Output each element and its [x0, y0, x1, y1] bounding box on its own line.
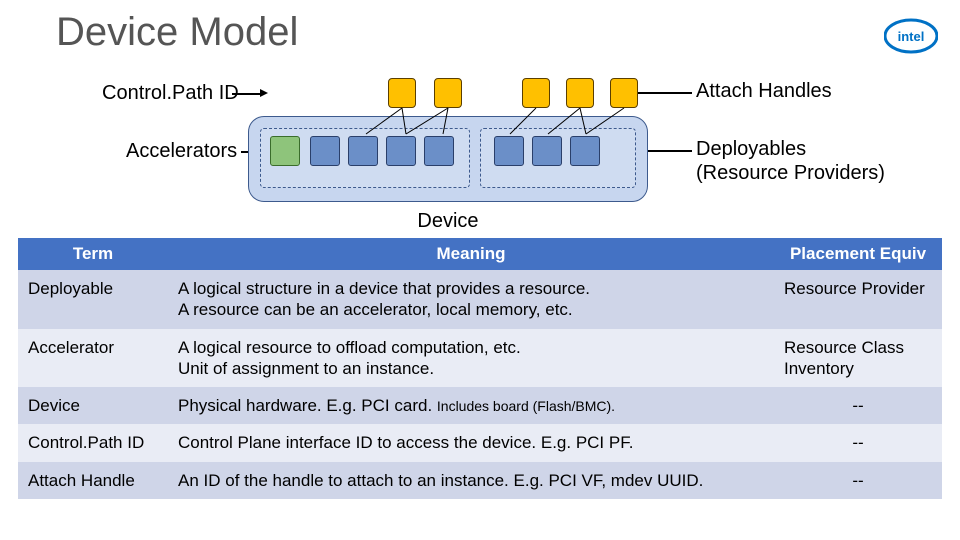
cell-meaning: A logical resource to offload computatio…: [168, 329, 774, 388]
cell-meaning: Control Plane interface ID to access the…: [168, 424, 774, 461]
cell-term: Accelerator: [18, 329, 168, 388]
table-row: DevicePhysical hardware. E.g. PCI card. …: [18, 387, 942, 424]
cell-term: Deployable: [18, 270, 168, 329]
table-row: Attach HandleAn ID of the handle to atta…: [18, 462, 942, 499]
col-term: Term: [18, 238, 168, 270]
cell-placement: --: [774, 424, 942, 461]
intel-logo: intel: [884, 18, 938, 54]
cell-meaning: Physical hardware. E.g. PCI card. Includ…: [168, 387, 774, 424]
cell-placement: Resource Class Inventory: [774, 329, 942, 388]
cell-placement: --: [774, 387, 942, 424]
table-header-row: Term Meaning Placement Equiv: [18, 238, 942, 270]
cell-term: Attach Handle: [18, 462, 168, 499]
cell-meaning: An ID of the handle to attach to an inst…: [168, 462, 774, 499]
table-row: Control.Path IDControl Plane interface I…: [18, 424, 942, 461]
label-device: Device: [408, 210, 488, 233]
cell-placement: Resource Provider: [774, 270, 942, 329]
label-control-path: Control.Path ID: [102, 82, 239, 105]
col-placement: Placement Equiv: [774, 238, 942, 270]
col-meaning: Meaning: [168, 238, 774, 270]
svg-text:intel: intel: [898, 29, 925, 44]
table-row: DeployableA logical structure in a devic…: [18, 270, 942, 329]
table-row: AcceleratorA logical resource to offload…: [18, 329, 942, 388]
terms-table: Term Meaning Placement Equiv DeployableA…: [18, 238, 942, 499]
cell-term: Device: [18, 387, 168, 424]
page-title: Device Model: [56, 10, 298, 55]
cell-meaning: A logical structure in a device that pro…: [168, 270, 774, 329]
label-attach-handles: Attach Handles: [696, 80, 832, 103]
cell-term: Control.Path ID: [18, 424, 168, 461]
connector-lines: [248, 74, 648, 204]
cell-placement: --: [774, 462, 942, 499]
device-diagram: [248, 74, 648, 204]
label-accelerators: Accelerators: [126, 140, 237, 163]
label-deployables-1: Deployables: [696, 138, 806, 161]
label-deployables-2: (Resource Providers): [696, 162, 885, 185]
